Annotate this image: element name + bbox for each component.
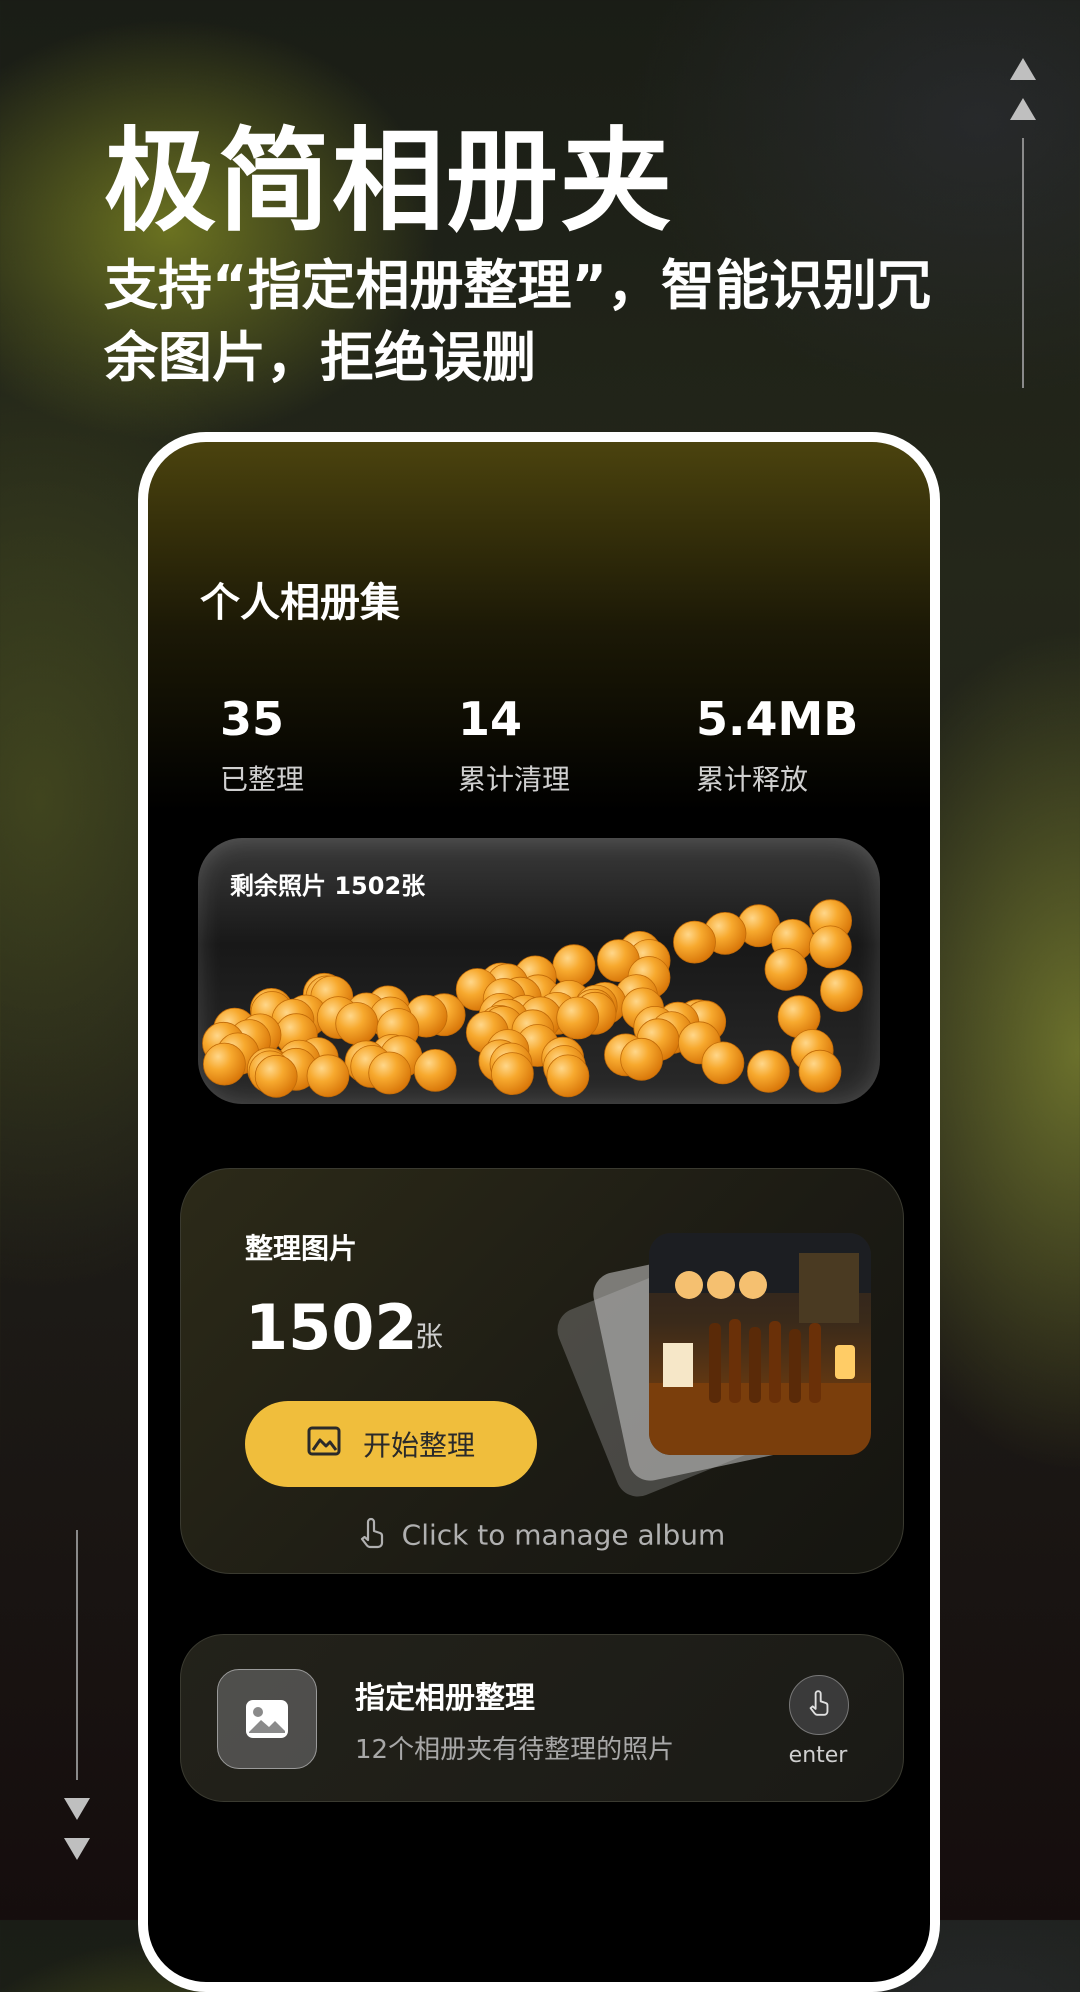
album-title: 个人相册集 <box>200 580 400 626</box>
arrow-down-icon <box>64 1798 90 1820</box>
photo-ball <box>620 1037 664 1081</box>
photo-ball <box>546 1054 590 1098</box>
scroll-down-indicator <box>62 1530 92 1860</box>
phone-frame: 个人相册集 35 已整理 14 累计清理 5.4MB 累计释放 剩余照片 150… <box>138 432 940 1992</box>
promo-headline: 极简相册夹 支持“指定相册整理”，智能识别冗余图片，拒绝误删 <box>104 120 984 394</box>
photo-ball <box>747 1049 790 1093</box>
tap-hand-icon <box>808 1689 830 1721</box>
gallery-icon <box>217 1669 317 1769</box>
start-organize-label: 开始整理 <box>362 1429 475 1462</box>
photo-ball <box>552 944 596 988</box>
manage-hint: Click to manage album <box>181 1517 903 1556</box>
scroll-up-indicator <box>1008 58 1038 388</box>
start-organize-button[interactable]: 开始整理 <box>245 1401 537 1487</box>
photo-ball <box>254 1054 298 1098</box>
stat-label: 已整理 <box>220 763 305 796</box>
promo-title: 极简相册夹 <box>104 117 674 247</box>
manage-hint-text: Click to manage album <box>401 1518 726 1552</box>
photo-ball <box>673 920 716 964</box>
photo-ball <box>820 969 863 1013</box>
photo-ball <box>798 1049 842 1093</box>
specified-album-subtitle: 12个相册夹有待整理的照片 <box>355 1735 675 1765</box>
arrow-up-icon <box>1010 98 1036 120</box>
stat-organized: 35 已整理 <box>220 692 304 798</box>
tap-hand-icon <box>359 1517 385 1556</box>
photo-ball <box>701 1041 745 1085</box>
arrow-down-icon <box>64 1838 90 1860</box>
photo-stack <box>550 1199 891 1504</box>
stat-value: 5.4MB <box>696 692 859 746</box>
divider-line <box>76 1530 78 1780</box>
album-preview-photo <box>649 1233 871 1455</box>
specified-album-card[interactable]: 指定相册整理 12个相册夹有待整理的照片 enter <box>180 1634 904 1802</box>
photo-count: 1502 <box>245 1291 418 1364</box>
photo-ball <box>556 996 600 1040</box>
stat-freed: 5.4MB 累计释放 <box>696 692 858 798</box>
manage-label: 整理图片 <box>245 1232 358 1265</box>
promo-subtitle: 支持“指定相册整理”，智能识别冗余图片，拒绝误删 <box>104 254 931 389</box>
photo-ball <box>335 1002 379 1045</box>
remaining-photos-visual: 剩余照片 1502张 <box>198 838 880 1104</box>
photo-ball <box>202 1042 246 1086</box>
photo-ball <box>368 1051 412 1095</box>
enter-button[interactable] <box>789 1675 849 1735</box>
photo-count-unit: 张 <box>415 1320 444 1353</box>
image-icon <box>307 1426 341 1463</box>
stat-value: 35 <box>220 692 285 746</box>
arrow-up-icon <box>1010 58 1036 80</box>
stat-value: 14 <box>458 692 523 746</box>
photo-ball <box>413 1048 457 1092</box>
photo-ball <box>808 925 852 969</box>
photo-ball <box>490 1052 534 1096</box>
photo-ball <box>306 1054 350 1098</box>
stat-label: 累计释放 <box>696 763 809 796</box>
specified-album-title: 指定相册整理 <box>355 1681 535 1716</box>
stat-label: 累计清理 <box>458 763 571 796</box>
stat-cleaned: 14 累计清理 <box>458 692 570 798</box>
enter-label: enter <box>788 1743 848 1768</box>
manage-photos-card[interactable]: 整理图片 1502 张 开始整理 Click to manage album <box>180 1168 904 1574</box>
divider-line <box>1022 138 1024 388</box>
photo-ball <box>764 947 808 991</box>
remaining-photos-label: 剩余照片 1502张 <box>230 872 426 900</box>
